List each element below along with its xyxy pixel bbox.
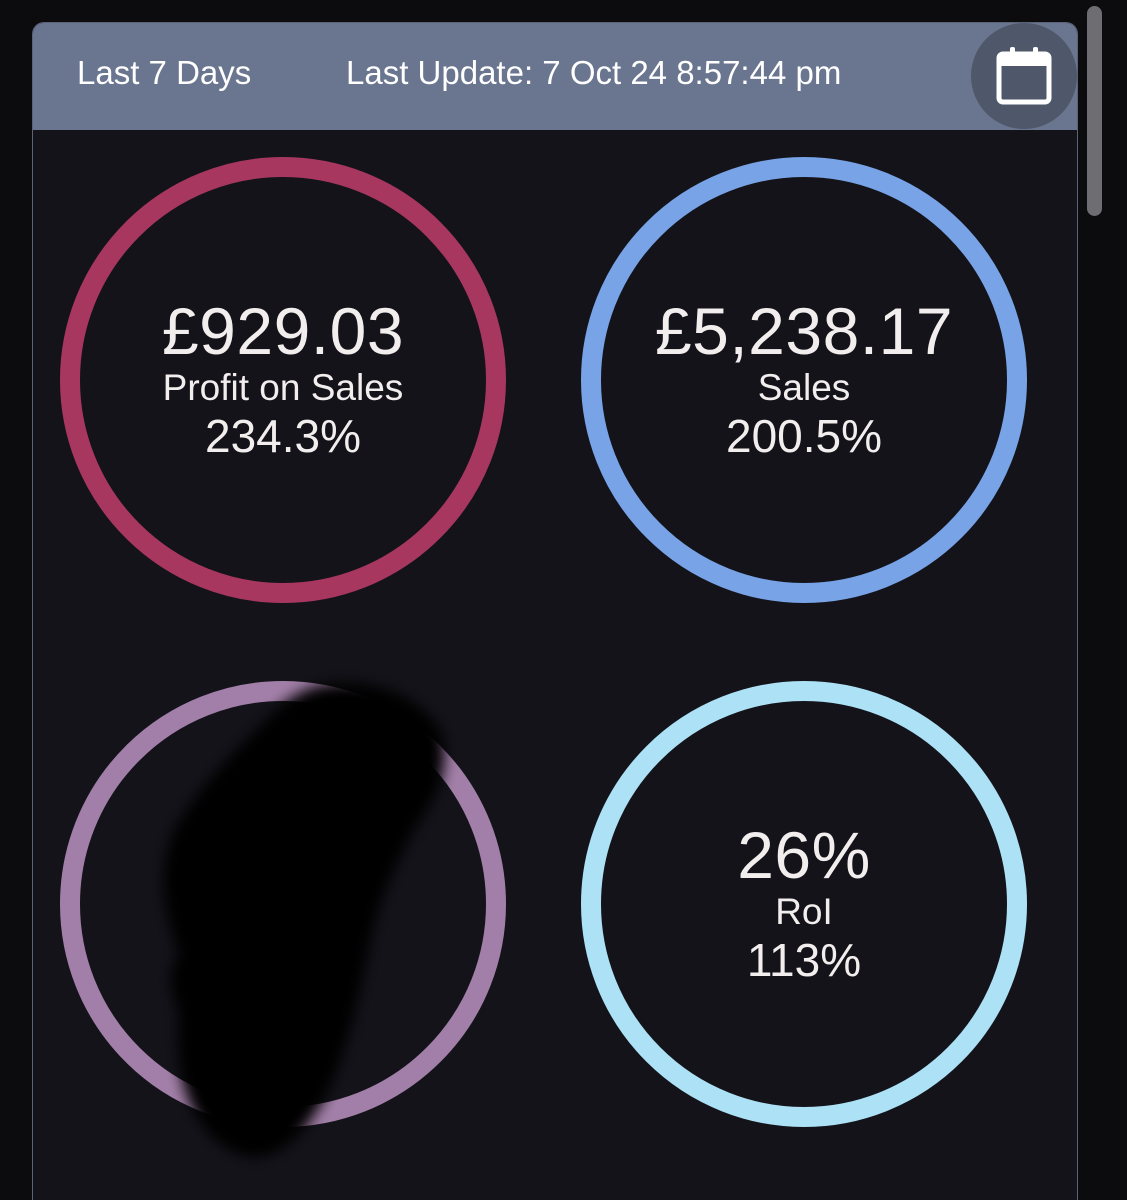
- sales-label: Sales: [757, 367, 851, 409]
- roi-ring[interactable]: 26% RoI 113%: [581, 681, 1027, 1127]
- screen: Last 7 Days Last Update: 7 Oct 24 8:57:4…: [0, 0, 1127, 1200]
- panel-header: Last 7 Days Last Update: 7 Oct 24 8:57:4…: [33, 23, 1077, 130]
- sales-ring[interactable]: £5,238.17 Sales 200.5%: [581, 157, 1027, 603]
- scrollbar-thumb[interactable]: [1087, 6, 1102, 216]
- calendar-icon: [996, 47, 1052, 105]
- profit-change: 234.3%: [204, 410, 361, 463]
- sales-value: £5,238.17: [654, 294, 954, 369]
- roi-label: RoI: [775, 891, 833, 933]
- redacted-ring[interactable]: [60, 681, 506, 1127]
- sales-change: 200.5%: [725, 410, 882, 463]
- profit-value: £929.03: [161, 294, 405, 369]
- profit-ring[interactable]: £929.03 Profit on Sales 234.3%: [60, 157, 506, 603]
- calendar-button[interactable]: [971, 23, 1077, 129]
- last-update-label: Last Update: 7 Oct 24 8:57:44 pm: [346, 54, 842, 91]
- profit-label: Profit on Sales: [162, 367, 404, 409]
- period-label[interactable]: Last 7 Days: [77, 56, 251, 89]
- stats-panel: Last 7 Days Last Update: 7 Oct 24 8:57:4…: [32, 22, 1078, 1200]
- roi-change: 113%: [746, 934, 862, 987]
- roi-value: 26%: [737, 818, 871, 893]
